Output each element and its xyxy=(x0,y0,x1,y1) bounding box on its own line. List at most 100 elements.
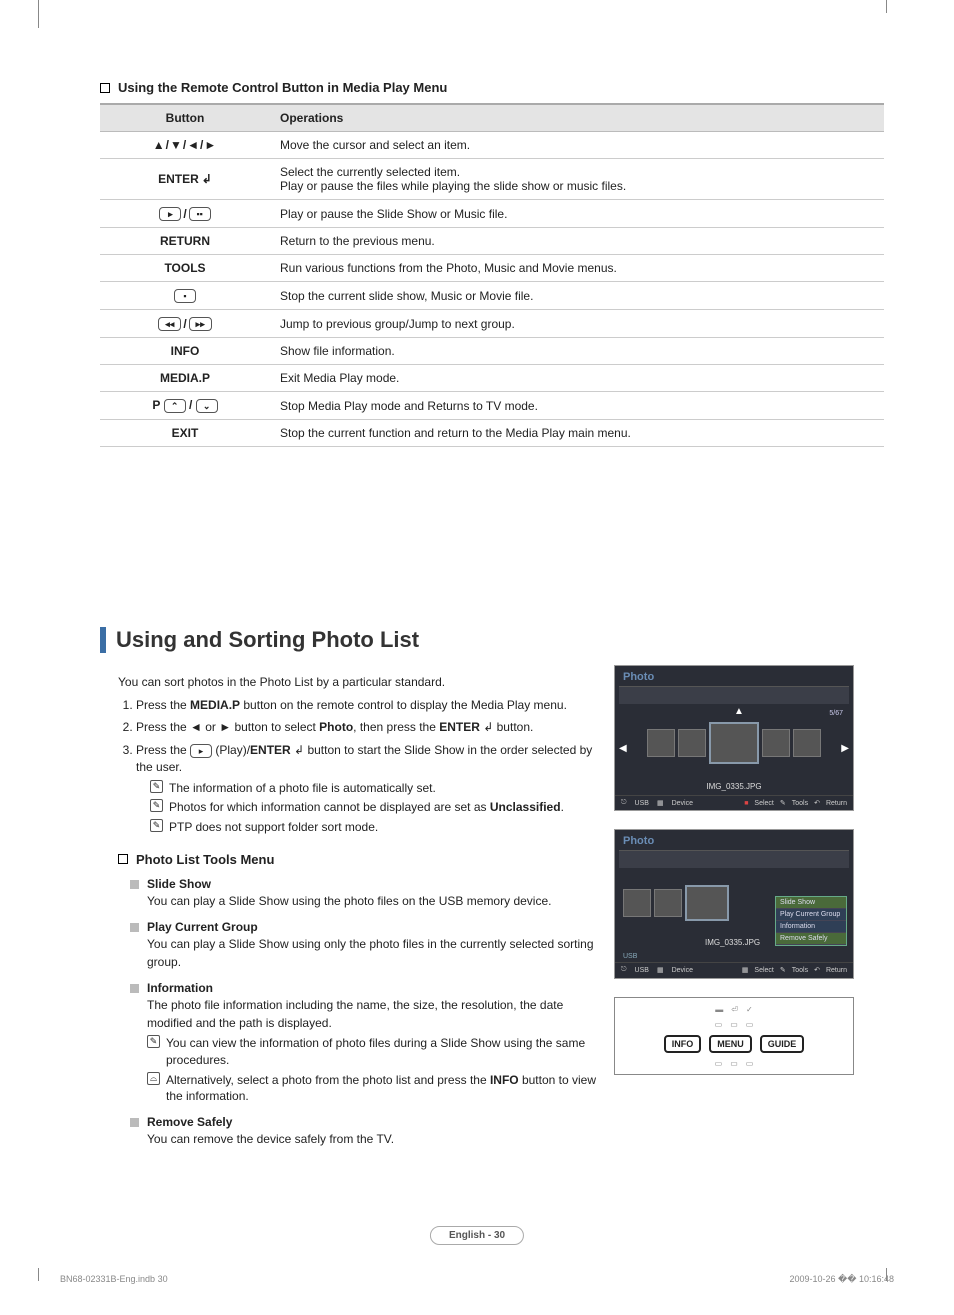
note: ✎PTP does not support folder sort mode. xyxy=(150,819,600,836)
item-body: You can play a Slide Show using only the… xyxy=(147,936,597,971)
item-information: Information xyxy=(130,981,600,995)
section-heading: Using the Remote Control Button in Media… xyxy=(100,80,884,95)
op-cell: Stop the current function and return to … xyxy=(270,420,884,447)
bullet-icon xyxy=(130,984,139,993)
device-icon: ▦ xyxy=(657,799,664,807)
print-date: 2009-10-26 �� 10:16:48 xyxy=(789,1274,894,1285)
note: ✎You can view the information of photo f… xyxy=(147,1035,600,1069)
item-body: The photo file information including the… xyxy=(147,997,597,1032)
th-button: Button xyxy=(100,104,270,132)
counter: 5/67 xyxy=(829,710,843,717)
bullet-icon xyxy=(130,1118,139,1127)
remote-key-icon: ✓ xyxy=(746,1005,753,1014)
btn-cell: MEDIA.P xyxy=(100,365,270,392)
note-icon: ✎ xyxy=(150,780,163,793)
screenshot-tools-menu: Photo Slide Show Play Current Group Info… xyxy=(614,829,854,979)
ctx-item: Remove Safely xyxy=(776,933,846,945)
table-row: P ⌃ / ⌄Stop Media Play mode and Returns … xyxy=(100,392,884,420)
page-down-icon: ⌄ xyxy=(196,399,218,413)
note: ✎Photos for which information cannot be … xyxy=(150,799,600,816)
op-cell: Exit Media Play mode. xyxy=(270,365,884,392)
guide-button: GUIDE xyxy=(760,1035,805,1053)
ctx-item: Slide Show xyxy=(776,897,846,909)
table-row: EXITStop the current function and return… xyxy=(100,420,884,447)
right-arrow-icon: ▶ xyxy=(841,743,849,754)
ctx-item: Information xyxy=(776,921,846,933)
step-3: Press the ▸ (Play)/ENTER ↲ button to sta… xyxy=(136,742,600,836)
table-row: ▲/▼/◄/►Move the cursor and select an ite… xyxy=(100,132,884,159)
remote-key-icon: ▭ xyxy=(715,1059,723,1068)
pause-icon: ▪▪ xyxy=(189,207,211,221)
print-footer: BN68-02331B-Eng.indb 30 2009-10-26 �� 10… xyxy=(60,1274,894,1285)
item-body: You can remove the device safely from th… xyxy=(147,1131,597,1148)
table-row: INFOShow file information. xyxy=(100,338,884,365)
mock-title: Photo xyxy=(615,830,853,850)
op-cell: Stop Media Play mode and Returns to TV m… xyxy=(270,392,884,420)
intro-text: You can sort photos in the Photo List by… xyxy=(118,675,600,689)
enter-icon: ↲ xyxy=(202,172,212,186)
btn-cell: TOOLS xyxy=(100,255,270,282)
print-ref: BN68-02331B-Eng.indb 30 xyxy=(60,1274,168,1285)
remote-key-icon: ▬ xyxy=(715,1005,723,1014)
table-row: TOOLSRun various functions from the Phot… xyxy=(100,255,884,282)
remote-key-icon: ⏎ xyxy=(731,1005,738,1014)
button-operations-table: Button Operations ▲/▼/◄/►Move the cursor… xyxy=(100,103,884,447)
op-cell: Return to the previous menu. xyxy=(270,228,884,255)
op-cell: Move the cursor and select an item. xyxy=(270,132,884,159)
enter-icon: ↲ xyxy=(291,743,304,757)
ffwd-icon: ▸▸ xyxy=(189,317,212,331)
usb-icon: ⎋ xyxy=(621,799,627,807)
thumbnail xyxy=(678,729,706,757)
step-1: Press the MEDIA.P button on the remote c… xyxy=(136,697,600,714)
note-icon: ✎ xyxy=(150,819,163,832)
ctx-item: Play Current Group xyxy=(776,909,846,921)
bullet-square-icon xyxy=(100,83,110,93)
thumbnail xyxy=(793,729,821,757)
thumbnail xyxy=(623,889,651,917)
bullet-icon xyxy=(130,923,139,932)
thumbnail-selected xyxy=(685,885,729,921)
rewind-icon: ◂◂ xyxy=(158,317,181,331)
left-arrow-icon: ◀ xyxy=(619,743,627,754)
op-cell: Show file information. xyxy=(270,338,884,365)
table-row: ◂◂ / ▸▸Jump to previous group/Jump to ne… xyxy=(100,310,884,338)
enter-icon: ↲ xyxy=(480,720,493,734)
op-cell: Jump to previous group/Jump to next grou… xyxy=(270,310,884,338)
play-icon: ▸ xyxy=(190,744,212,758)
device-icon: ▦ xyxy=(657,966,664,974)
bullet-icon xyxy=(130,880,139,889)
item-play-current-group: Play Current Group xyxy=(130,920,600,934)
steps-list: Press the MEDIA.P button on the remote c… xyxy=(136,697,600,836)
item-body: You can play a Slide Show using the phot… xyxy=(147,893,597,910)
filename: IMG_0335.JPG xyxy=(615,782,853,795)
screenshot-photo-list: Photo ▲ ◀ ▶ 5/67 IMG_0335.JPG ⎋USB▦Devic… xyxy=(614,665,854,811)
op-cell: Stop the current slide show, Music or Mo… xyxy=(270,282,884,310)
step-2: Press the ◄ or ► button to select Photo,… xyxy=(136,719,600,736)
btn-cell: ▪ xyxy=(100,282,270,310)
tools-menu-heading: Photo List Tools Menu xyxy=(118,852,600,867)
item-slide-show: Slide Show xyxy=(130,877,600,891)
remote-key-icon: ▭ xyxy=(746,1059,754,1068)
mock-title: Photo xyxy=(615,666,853,686)
note-icon: ✎ xyxy=(150,799,163,812)
btn-cell: ▲/▼/◄/► xyxy=(100,132,270,159)
remote-key-icon: ▭ xyxy=(746,1020,754,1029)
op-cell: Run various functions from the Photo, Mu… xyxy=(270,255,884,282)
up-arrow-icon: ▲ xyxy=(734,706,744,717)
remote-key-icon: ▭ xyxy=(715,1020,723,1029)
note: ⌓Alternatively, select a photo from the … xyxy=(147,1072,600,1106)
play-icon: ▸ xyxy=(159,207,181,221)
thumbnail-selected xyxy=(709,722,759,764)
remote-key-icon: ▭ xyxy=(730,1059,738,1068)
usb-icon: ⎋ xyxy=(621,966,627,974)
table-row: ▪ Stop the current slide show, Music or M… xyxy=(100,282,884,310)
section-title: Using the Remote Control Button in Media… xyxy=(118,80,447,95)
bullet-square-icon xyxy=(118,854,128,864)
thumbnail xyxy=(762,729,790,757)
page-up-icon: ⌃ xyxy=(164,399,186,413)
btn-cell: EXIT xyxy=(100,420,270,447)
btn-cell: ENTER↲ xyxy=(100,159,270,200)
stop-icon: ▪ xyxy=(174,289,196,303)
note: ✎The information of a photo file is auto… xyxy=(150,780,600,797)
thumbnail xyxy=(647,729,675,757)
